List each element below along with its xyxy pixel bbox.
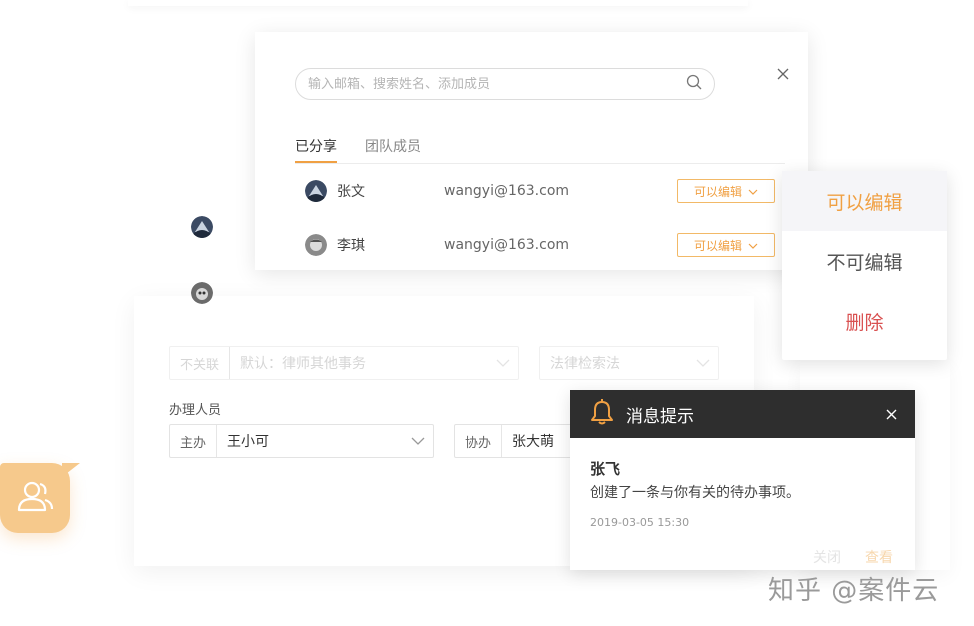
chevron-down-icon	[748, 184, 758, 198]
share-tabs: 已分享 团队成员	[295, 136, 785, 164]
close-button[interactable]: 关闭	[813, 547, 841, 567]
permission-label: 可以编辑	[693, 238, 742, 253]
member-email: wangyi@163.com	[444, 183, 570, 199]
category-select-value: 法律检索法	[550, 356, 620, 372]
member-search-box[interactable]	[295, 68, 715, 100]
relation-select-prefix: 不关联	[170, 347, 231, 379]
list-item: 李琪 wangyi@163.com 可以编辑	[305, 230, 775, 260]
notification-time: 2019-03-05 15:30	[590, 516, 690, 529]
tab-team-members[interactable]: 团队成员	[365, 136, 421, 163]
notification-title: 消息提示	[626, 406, 694, 427]
relation-select[interactable]: 不关联 默认：律师其他事务	[169, 346, 519, 380]
search-icon[interactable]	[686, 74, 702, 94]
avatar	[305, 180, 327, 202]
handler-section-label: 办理人员	[169, 403, 222, 418]
member-name: 李琪	[337, 238, 365, 254]
permission-select[interactable]: 可以编辑	[677, 233, 775, 257]
avatar	[191, 282, 213, 304]
avatar	[191, 216, 213, 238]
option-cannot-edit[interactable]: 不可编辑	[782, 231, 947, 291]
view-button[interactable]: 查看	[865, 547, 893, 567]
permission-dropdown: 可以编辑 不可编辑 删除	[782, 171, 947, 360]
notification-sender: 张飞	[590, 460, 621, 478]
chevron-down-icon	[403, 437, 433, 445]
background-card-top	[128, 0, 748, 6]
close-icon[interactable]	[773, 64, 793, 84]
notification-header: 消息提示	[570, 390, 915, 438]
team-float-button[interactable]	[0, 463, 70, 533]
users-icon	[15, 478, 55, 518]
avatar	[305, 234, 327, 256]
option-delete[interactable]: 删除	[782, 291, 947, 351]
share-dialog: 已分享 团队成员 张文 wangyi@163.com 可以编辑 李琪 wangy…	[255, 32, 808, 270]
member-name: 张文	[337, 184, 365, 200]
tab-shared[interactable]: 已分享	[295, 136, 337, 163]
notification-popup: 消息提示 张飞 创建了一条与你有关的待办事项。 2019-03-05 15:30…	[570, 390, 915, 570]
close-icon[interactable]	[881, 404, 901, 424]
bell-icon	[588, 398, 616, 430]
member-email: wangyi@163.com	[444, 237, 570, 253]
chevron-down-icon	[488, 359, 518, 367]
relation-select-value: 默认：律师其他事务	[240, 356, 367, 372]
permission-select[interactable]: 可以编辑	[677, 179, 775, 203]
lead-handler-select[interactable]: 主办 王小可	[169, 424, 434, 458]
category-select[interactable]: 法律检索法	[539, 346, 719, 380]
list-item: 张文 wangyi@163.com 可以编辑	[305, 176, 775, 206]
chevron-down-icon	[688, 359, 718, 367]
lead-handler-value: 王小可	[227, 434, 270, 450]
lead-handler-prefix: 主办	[170, 425, 218, 457]
chevron-down-icon	[748, 238, 758, 252]
notification-message: 创建了一条与你有关的待办事项。	[590, 485, 800, 501]
member-search-input[interactable]	[308, 76, 686, 92]
permission-label: 可以编辑	[693, 184, 742, 199]
float-button-tip	[62, 463, 80, 477]
option-can-edit[interactable]: 可以编辑	[782, 171, 947, 231]
watermark: 知乎 @案件云	[768, 576, 940, 606]
assist-handler-prefix: 协办	[455, 425, 503, 457]
